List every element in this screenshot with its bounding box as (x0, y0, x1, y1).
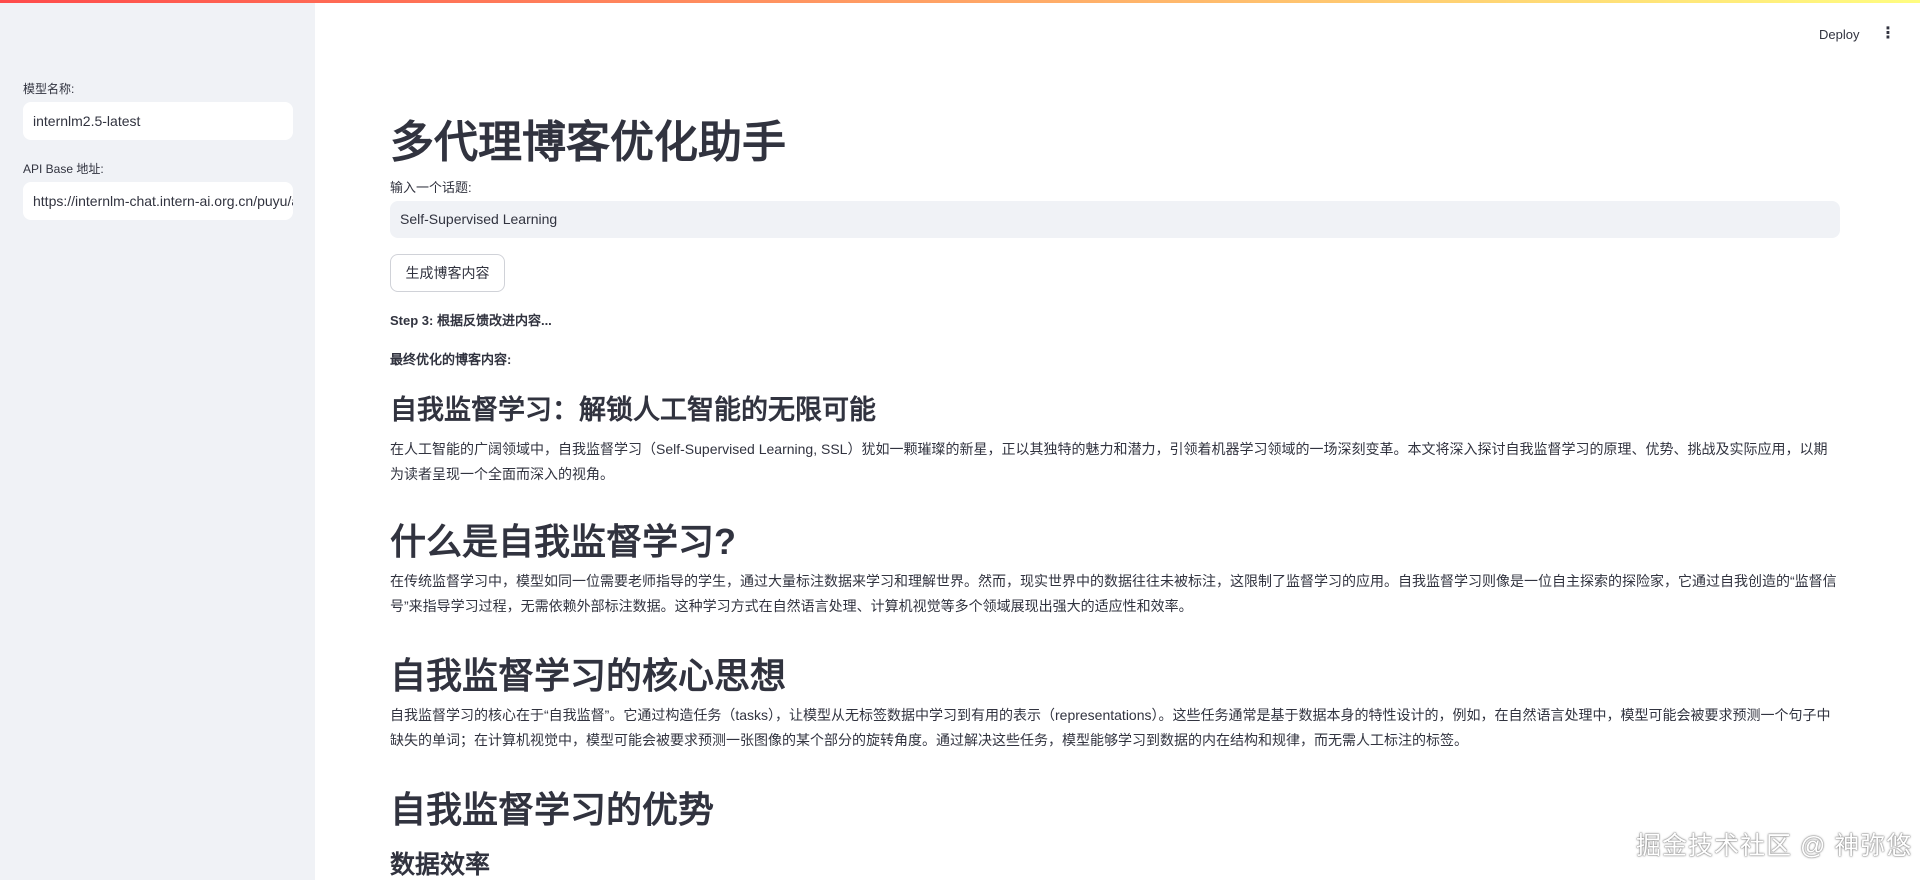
main-menu-icon[interactable]: ⋮ (1880, 25, 1896, 43)
step-status: Step 3: 根据反馈改进内容... (390, 313, 552, 328)
section-heading-advantages: 自我监督学习的优势 (390, 789, 715, 830)
model-name-label: 模型名称: (23, 82, 75, 96)
subsection-heading-data-efficiency: 数据效率 (390, 851, 491, 879)
api-base-label: API Base 地址: (23, 162, 104, 176)
section-text-what-is: 在传统监督学习中，模型如同一位需要老师指导的学生，通过大量标注数据来学习和理解世… (390, 573, 1837, 614)
section-heading-core-idea: 自我监督学习的核心思想 (390, 655, 787, 696)
top-decoration-bar (0, 0, 1920, 3)
deploy-button[interactable]: Deploy (1819, 27, 1859, 42)
article-title: 自我监督学习：解锁人工智能的无限可能 (390, 395, 876, 425)
topic-input[interactable]: Self-Supervised Learning (390, 201, 1840, 238)
final-content-label: 最终优化的博客内容: (390, 352, 512, 367)
topic-label: 输入一个话题: (390, 180, 472, 195)
api-base-input[interactable]: https://internlm-chat.intern-ai.org.cn/p… (23, 182, 293, 220)
page-title: 多代理博客优化助手 (390, 118, 786, 167)
watermark: 掘金技术社区 @ 神弥悠 (1636, 832, 1913, 860)
section-text-core-idea: 自我监督学习的核心在于“自我监督”。它通过构造任务（tasks），让模型从无标签… (390, 707, 1831, 748)
sidebar: 模型名称: internlm2.5-latest API Base 地址: ht… (0, 0, 315, 880)
model-name-input[interactable]: internlm2.5-latest (23, 102, 293, 140)
article-intro: 在人工智能的广阔领域中，自我监督学习（Self-Supervised Learn… (390, 441, 1828, 482)
generate-blog-button[interactable]: 生成博客内容 (390, 254, 505, 292)
section-heading-what-is: 什么是自我监督学习? (390, 521, 736, 562)
